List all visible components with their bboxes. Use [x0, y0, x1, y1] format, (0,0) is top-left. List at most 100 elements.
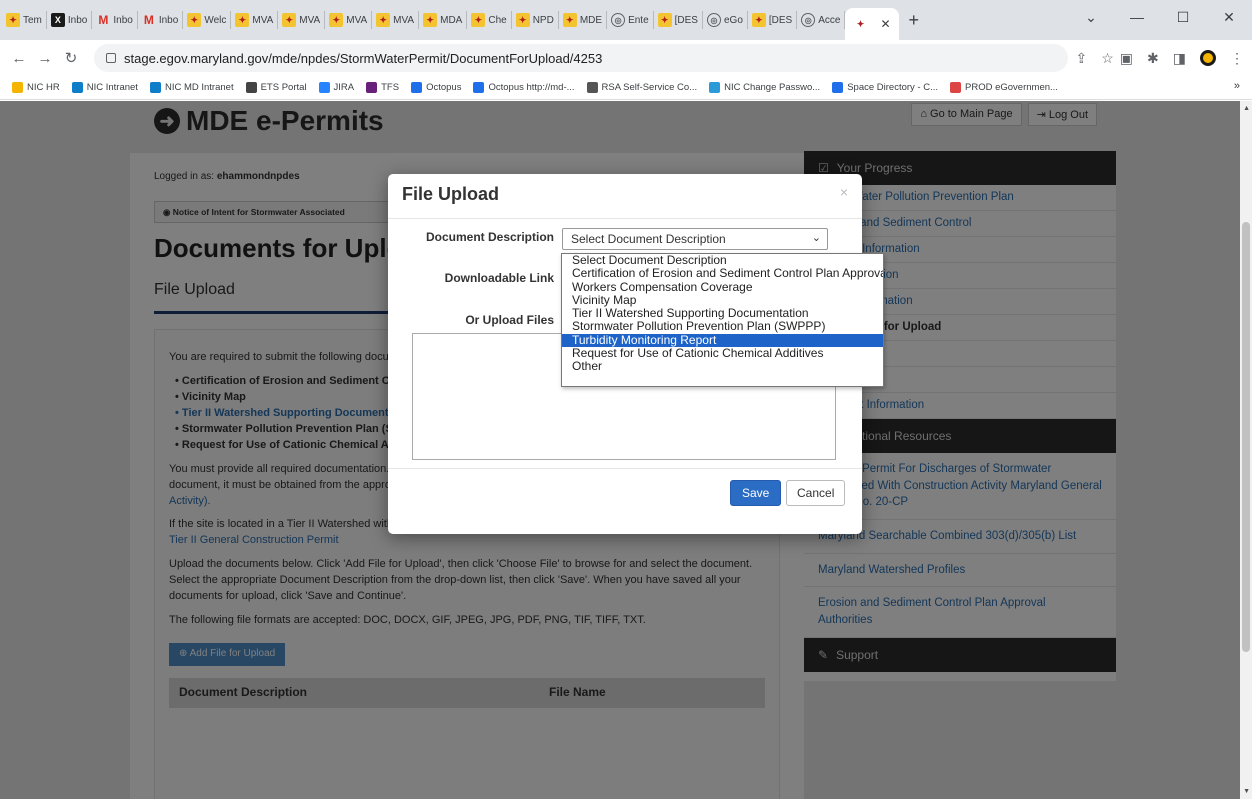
bookmark-item[interactable]: NIC HR [12, 82, 60, 93]
new-tab-icon[interactable]: + [909, 10, 920, 31]
bookmark-favicon-icon [71, 82, 83, 93]
save-button[interactable]: Save [730, 480, 782, 506]
bookmarks-overflow[interactable]: » [1234, 80, 1240, 92]
bookmark-label: NIC Intranet [86, 82, 138, 93]
back-icon[interactable]: ← [8, 50, 30, 67]
bookmark-item[interactable]: NIC Intranet [71, 82, 138, 93]
tab-label: Inbo [113, 14, 133, 26]
document-description-select[interactable]: Select Document Description ⌄ [562, 228, 828, 250]
tab-label: MDA [440, 14, 463, 26]
bookmark-favicon-icon [12, 82, 23, 93]
dropdown-option[interactable]: Stormwater Pollution Prevention Plan (SW… [562, 320, 883, 333]
extension-icon[interactable]: ▣ [1120, 50, 1133, 67]
bookmark-label: JIRA [333, 82, 355, 93]
address-bar[interactable]: stage.egov.maryland.gov/mde/npdes/StormW… [94, 44, 1068, 72]
browser-tab[interactable]: ◎ eGo [703, 11, 748, 29]
bookmark-label: Space Directory - C... [847, 82, 939, 93]
modal-header-divider [388, 218, 862, 219]
bookmark-item[interactable]: RSA Self-Service Co... [586, 82, 698, 93]
bookmarks-bar: NIC HR NIC Intranet NIC MD Intranet ETS Por… [0, 76, 1252, 100]
browser-tab[interactable]: ◎ Ente [607, 11, 654, 29]
page-scrollbar[interactable]: ▲ ▼ [1240, 101, 1252, 799]
dropdown-option[interactable]: Turbidity Monitoring Report [562, 333, 883, 348]
browser-tab-bar: ✦ Tem X Inbo M Inbo M Inbo ✦ Welc ✦ MVA ✦ MVA ✦ MVA ✦ MVA… [0, 0, 1252, 40]
puzzle-icon[interactable]: ✱ [1147, 50, 1159, 67]
modal-footer-divider [388, 468, 862, 469]
scroll-down-icon[interactable]: ▼ [1243, 788, 1250, 795]
bookmark-item[interactable]: Space Directory - C... [832, 82, 938, 93]
browser-tab-active[interactable]: ✦ ✕ [845, 8, 899, 40]
tab-label: MDE [579, 14, 603, 26]
browser-tab[interactable]: ✦ MVA [372, 11, 420, 29]
reload-icon[interactable]: ↻ [60, 49, 82, 67]
browser-tab[interactable]: ✦ MVA [325, 11, 373, 29]
bookmark-favicon-icon [709, 82, 721, 93]
modal-close-icon[interactable]: × [840, 184, 848, 200]
bookmark-star-icon[interactable]: ☆ [1101, 50, 1114, 67]
mde-favicon-icon: ✦ [657, 13, 672, 27]
mde-favicon-icon: ✦ [282, 13, 297, 27]
upload-files-label: Or Upload Files [465, 313, 554, 327]
forward-icon[interactable]: → [34, 50, 56, 67]
tab-label: MVA [393, 14, 415, 26]
downloadable-link-label: Downloadable Link [444, 271, 554, 285]
dropdown-option[interactable]: Other [562, 360, 883, 373]
cancel-button[interactable]: Cancel [786, 480, 846, 506]
bookmark-item[interactable]: TFS [366, 82, 399, 93]
browser-tab[interactable]: ✦ [DES [654, 11, 703, 29]
bookmark-favicon-icon [411, 82, 423, 93]
m-favicon-icon: M [98, 13, 109, 27]
minimize-icon[interactable]: — [1114, 9, 1160, 25]
bookmark-label: Octopus [426, 82, 462, 93]
dropdown-option[interactable]: Tier II Watershed Supporting Documentati… [562, 307, 883, 320]
scroll-up-icon[interactable]: ▲ [1243, 105, 1250, 112]
browser-tab[interactable]: ✦ MVA [278, 11, 326, 29]
bookmark-label: RSA Self-Service Co... [601, 82, 698, 93]
bookmark-item[interactable]: Octopus [411, 82, 461, 93]
dropdown-option[interactable]: Vicinity Map [562, 294, 883, 307]
dropdown-option[interactable]: Workers Compensation Coverage [562, 281, 883, 294]
browser-tab[interactable]: M Inbo [92, 11, 138, 29]
profile-avatar[interactable] [1200, 50, 1216, 66]
tab-close-icon[interactable]: ✕ [880, 17, 890, 31]
browser-tab[interactable]: ✦ [DES [748, 11, 798, 29]
lock-icon[interactable] [106, 53, 116, 63]
tab-label: MVA [299, 14, 321, 26]
tab-search-icon[interactable]: ⌄ [1068, 9, 1114, 26]
dropdown-option[interactable]: Select Document Description [562, 254, 883, 267]
browser-tab[interactable]: ✦ MDA [419, 11, 468, 29]
url-text: stage.egov.maryland.gov/mde/npdes/StormW… [124, 50, 603, 66]
bookmark-label: NIC HR [27, 82, 60, 93]
bookmark-item[interactable]: NIC MD Intranet [149, 82, 234, 93]
browser-tab[interactable]: ✦ Welc [183, 11, 232, 29]
tab-label: MVA [252, 14, 274, 26]
browser-tab[interactable]: ✦ Tem [2, 11, 47, 29]
bookmark-label: NIC MD Intranet [164, 82, 234, 93]
share-icon[interactable]: ⇪ [1076, 50, 1088, 67]
x-favicon-icon: X [50, 13, 65, 27]
bookmark-item[interactable]: JIRA [318, 82, 355, 93]
mde-favicon-icon: ✦ [751, 13, 766, 27]
menu-kebab-icon[interactable]: ⋮ [1230, 50, 1244, 67]
maximize-icon[interactable]: ☐ [1160, 9, 1206, 26]
bookmark-item[interactable]: PROD eGovernmen... [950, 82, 1058, 93]
dropdown-option[interactable]: Certification of Erosion and Sediment Co… [562, 267, 883, 280]
bookmark-item[interactable]: ETS Portal [245, 82, 307, 93]
browser-tab[interactable]: X Inbo [47, 11, 93, 29]
dropdown-option[interactable]: Request for Use of Cationic Chemical Add… [562, 347, 883, 360]
browser-tab[interactable]: ◎ Acce [797, 11, 846, 29]
bookmark-item[interactable]: NIC Change Passwo... [709, 82, 820, 93]
close-window-icon[interactable]: ✕ [1206, 9, 1252, 26]
browser-tab[interactable]: ✦ MDE [559, 11, 608, 29]
side-panel-icon[interactable]: ◨ [1173, 50, 1186, 67]
tab-strip: ✦ Tem X Inbo M Inbo M Inbo ✦ Welc ✦ MVA ✦ MVA ✦ MVA ✦ MVA… [0, 0, 919, 40]
g-favicon-icon: ◎ [706, 13, 721, 27]
browser-tab[interactable]: ✦ NPD [512, 11, 559, 29]
browser-tab[interactable]: ✦ Che [467, 11, 512, 29]
tab-label: [DES [768, 14, 793, 26]
bookmark-item[interactable]: Octopus http://md-... [473, 82, 575, 93]
scroll-thumb[interactable] [1242, 222, 1250, 652]
browser-tab[interactable]: ✦ MVA [231, 11, 279, 29]
mde-favicon-icon: ✦ [562, 13, 577, 27]
browser-tab[interactable]: M Inbo [138, 11, 184, 29]
